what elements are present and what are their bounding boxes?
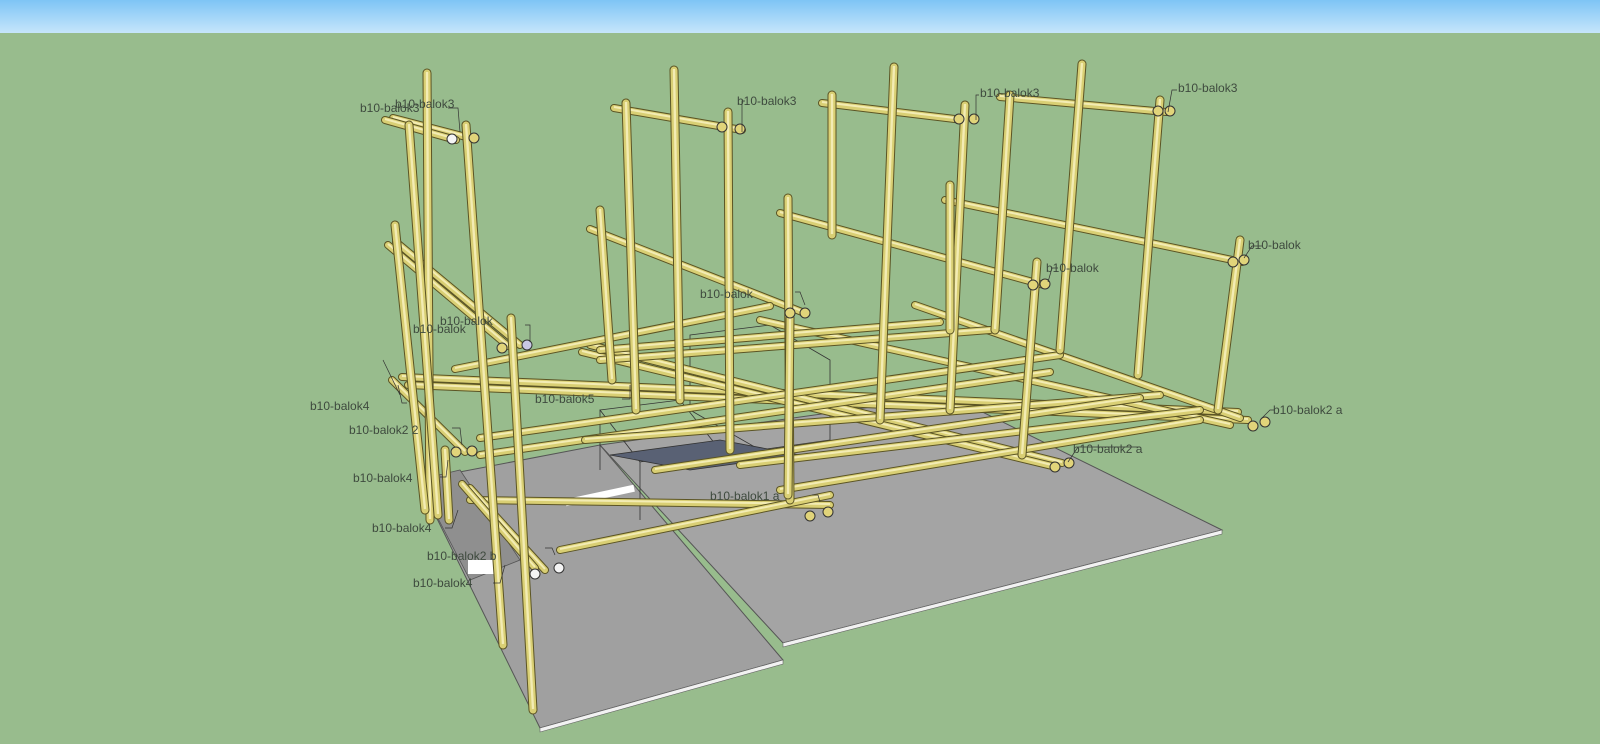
beam-end-cap-15 [521, 339, 533, 351]
beam-end-cap-23 [553, 562, 565, 574]
label-balok2-b[interactable]: b10-balok2 b [427, 549, 497, 563]
beam-end-cap-9 [1238, 254, 1250, 266]
beam-end-cap-6 [1152, 105, 1164, 117]
label-balok1-a[interactable]: b10-balok1 a [710, 489, 780, 503]
label-balok4-b[interactable]: b10-balok4 [353, 471, 413, 485]
label-balok4-a[interactable]: b10-balok4 [310, 399, 370, 413]
beam-end-cap-19 [1259, 416, 1271, 428]
label-balok4-d[interactable]: b10-balok4 [413, 576, 473, 590]
label-balok2-2[interactable]: b10-balok2 2 [349, 423, 419, 437]
label-balok4-c[interactable]: b10-balok4 [372, 521, 432, 535]
post-17-highlight [1136, 98, 1162, 375]
rail-7-highlight [589, 227, 803, 312]
label-balok-e[interactable]: b10-balok [1248, 238, 1302, 252]
beam-end-cap-0 [446, 133, 458, 145]
beam-end-cap-13 [799, 307, 811, 319]
beam-end-cap-16 [1049, 461, 1061, 473]
label-balok2-a-2[interactable]: b10-balok2 a [1273, 403, 1343, 417]
beam-end-cap-18 [1247, 420, 1259, 432]
label-balok5[interactable]: b10-balok5 [535, 392, 595, 406]
beam-end-cap-10 [1027, 279, 1039, 291]
label-balok3-d[interactable]: b10-balok3 [1178, 81, 1238, 95]
label-balok3-a2[interactable]: b10-balok3 [395, 97, 455, 111]
beam-end-cap-14 [496, 342, 508, 354]
beam-end-cap-12 [784, 307, 796, 319]
beam-end-cap-20 [804, 510, 816, 522]
3d-model-scene[interactable]: b10-balok3 b10-balok3 b10-balok3 b10-bal… [0, 0, 1600, 744]
beam-end-cap-8 [1227, 256, 1239, 268]
label-balok-f[interactable]: b10-balok [1046, 261, 1100, 275]
beam-end-cap-25 [466, 445, 478, 457]
label-balok3-b[interactable]: b10-balok3 [737, 94, 797, 108]
label-balok-i[interactable]: b10-balok [413, 322, 467, 336]
beam-end-cap-22 [529, 568, 541, 580]
beam-end-cap-2 [716, 121, 728, 133]
label-balok-g[interactable]: b10-balok [700, 287, 754, 301]
beam-end-cap-7 [1164, 105, 1176, 117]
beam-end-cap-24 [450, 446, 462, 458]
rail-9-highlight [944, 198, 1243, 262]
beam-end-cap-21 [822, 506, 834, 518]
beam-end-cap-4 [953, 113, 965, 125]
label-balok2-a-1[interactable]: b10-balok2 a [1073, 442, 1143, 456]
beam-end-cap-1 [468, 132, 480, 144]
beam-end-cap-5 [968, 113, 980, 125]
beam-end-cap-3 [734, 123, 746, 135]
beam-end-cap-17 [1063, 457, 1075, 469]
label-balok3-c[interactable]: b10-balok3 [980, 86, 1040, 100]
